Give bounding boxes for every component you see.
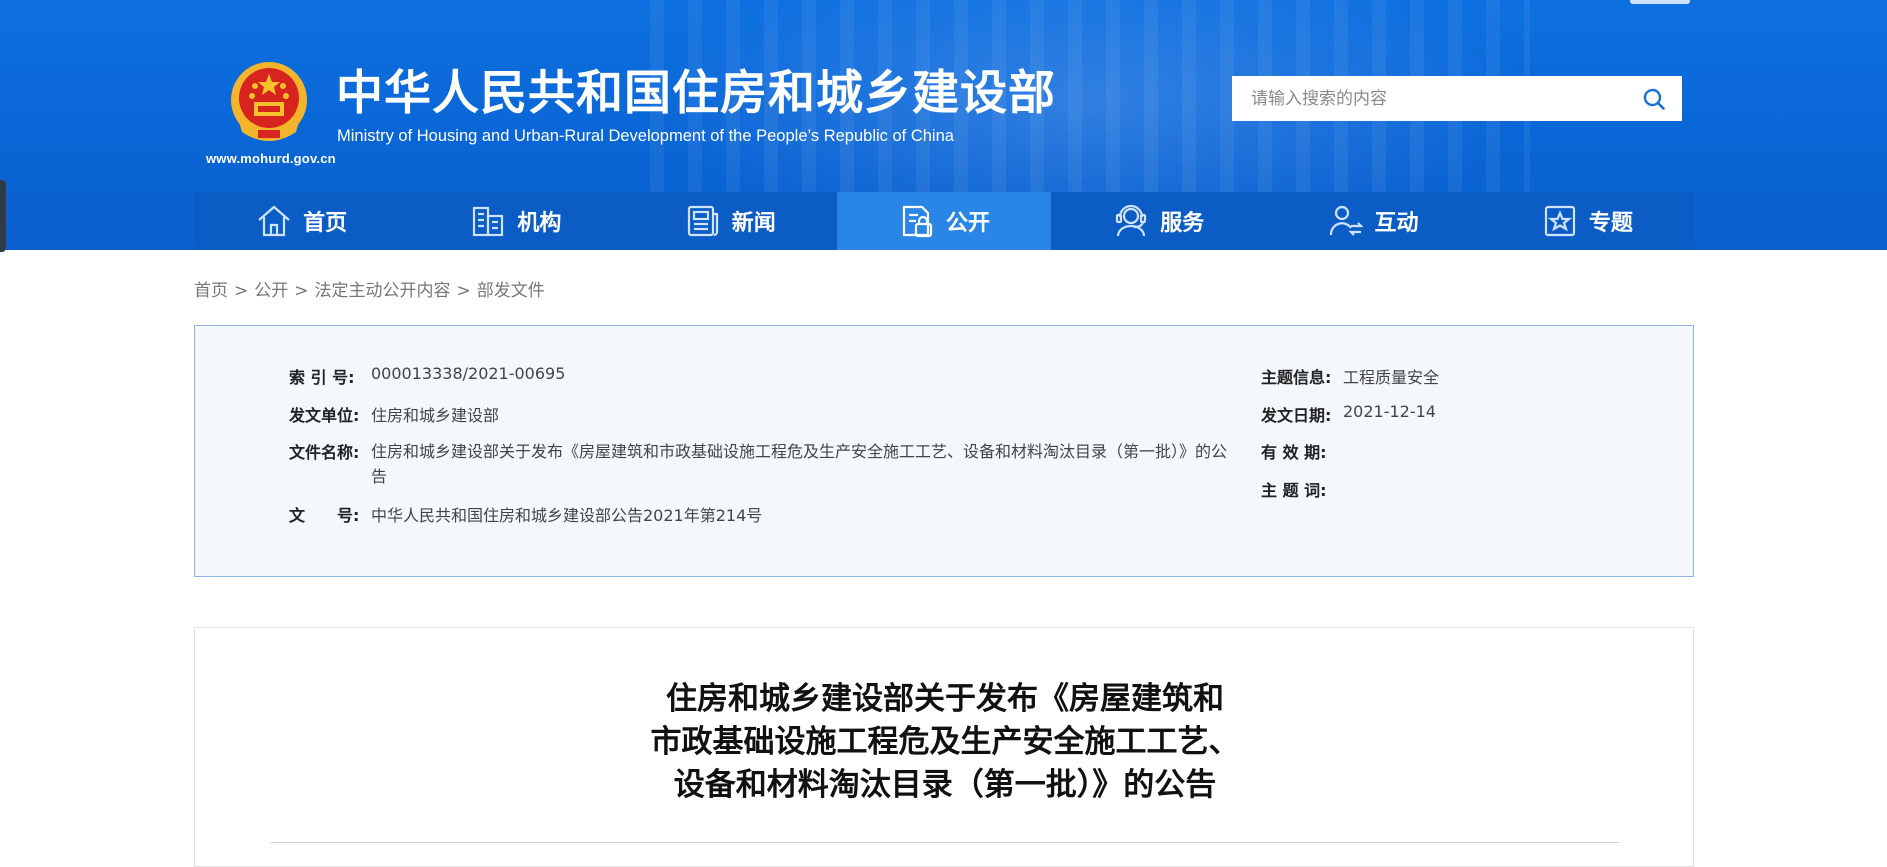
side-float-tab[interactable] bbox=[0, 180, 6, 252]
doc-no-label: 文 号: bbox=[289, 506, 360, 525]
article-title-line: 市政基础设施工程危及生产安全施工工艺、 bbox=[650, 724, 1240, 760]
date-value: 2021-12-14 bbox=[1343, 402, 1436, 421]
nav-item-public[interactable]: 公开 bbox=[836, 192, 1052, 250]
article-title-line: 设备和材料淘汰目录（第一批）》的公告 bbox=[673, 767, 1217, 803]
site-url: www.mohurd.gov.cn bbox=[206, 151, 336, 166]
site-title-en: Ministry of Housing and Urban-Rural Deve… bbox=[337, 127, 954, 145]
issuer-value: 住房和城乡建设部 bbox=[371, 406, 500, 425]
search-icon bbox=[1643, 88, 1665, 110]
nav-label-interact: 互动 bbox=[1374, 211, 1419, 236]
breadcrumb-home[interactable]: 首页 bbox=[194, 281, 228, 301]
breadcrumb-separator: > bbox=[234, 281, 249, 301]
breadcrumb-statutory-content[interactable]: 法定主动公开内容 bbox=[315, 281, 451, 301]
breadcrumb-public[interactable]: 公开 bbox=[254, 281, 288, 301]
nav-item-home[interactable]: 首页 bbox=[194, 192, 408, 250]
service-agent-icon bbox=[1116, 204, 1147, 237]
search-input[interactable] bbox=[1232, 76, 1626, 121]
doc-no-value: 中华人民共和国住房和城乡建设部公告2021年第214号 bbox=[371, 506, 763, 525]
newspaper-icon bbox=[687, 205, 718, 237]
nav-item-topics[interactable]: 专题 bbox=[1480, 192, 1694, 250]
validity-label: 有 效 期: bbox=[1261, 443, 1327, 462]
interaction-icon bbox=[1329, 205, 1364, 236]
article-title: 住房和城乡建设部关于发布《房屋建筑和 市政基础设施工程危及生产安全施工工艺、 设… bbox=[635, 678, 1255, 807]
title-divider bbox=[271, 842, 1619, 843]
breadcrumb-separator: > bbox=[294, 281, 309, 301]
national-emblem-icon bbox=[231, 62, 307, 141]
building-icon bbox=[473, 206, 504, 237]
star-board-icon bbox=[1544, 205, 1575, 237]
doc-name-value: 住房和城乡建设部关于发布《房屋建筑和市政基础设施工程危及生产安全施工工艺、设备和… bbox=[371, 442, 1228, 486]
search-box bbox=[1232, 76, 1682, 121]
nav-item-interact[interactable]: 互动 bbox=[1265, 192, 1479, 250]
nav-label-home: 首页 bbox=[303, 211, 348, 236]
home-icon bbox=[258, 205, 290, 237]
nav-item-service[interactable]: 服务 bbox=[1051, 192, 1265, 250]
document-icon bbox=[902, 205, 933, 238]
article-title-line: 住房和城乡建设部关于发布《房屋建筑和 bbox=[666, 681, 1224, 717]
breadcrumb-separator: > bbox=[456, 281, 471, 301]
site-title-cn[interactable]: 中华人民共和国住房和城乡建设部 bbox=[336, 66, 1056, 122]
topic-value: 工程质量安全 bbox=[1343, 368, 1440, 387]
document-info-box: 索 引 号: 000013338/2021-00695 发文单位: 住房和城乡建… bbox=[194, 325, 1694, 577]
search-button[interactable] bbox=[1626, 76, 1682, 121]
index-no-label: 索 引 号: bbox=[289, 368, 355, 387]
top-utility-link[interactable] bbox=[1630, 0, 1690, 4]
nav-label-service: 服务 bbox=[1160, 211, 1205, 236]
nav-item-news[interactable]: 新闻 bbox=[623, 192, 837, 250]
nav-label-org: 机构 bbox=[517, 211, 562, 236]
site-header: www.mohurd.gov.cn 中华人民共和国住房和城乡建设部 Minist… bbox=[0, 0, 1887, 250]
nav-label-public: 公开 bbox=[945, 211, 990, 236]
issuer-label: 发文单位: bbox=[289, 406, 360, 425]
nav-label-topics: 专题 bbox=[1588, 211, 1633, 236]
article-container: 住房和城乡建设部关于发布《房屋建筑和 市政基础设施工程危及生产安全施工工艺、 设… bbox=[194, 627, 1694, 867]
doc-name-label: 文件名称: bbox=[289, 443, 360, 462]
topic-label: 主题信息: bbox=[1261, 368, 1332, 387]
date-label: 发文日期: bbox=[1261, 406, 1332, 425]
breadcrumb-dept-documents[interactable]: 部发文件 bbox=[477, 281, 545, 301]
breadcrumb: 首页 > 公开 > 法定主动公开内容 > 部发文件 bbox=[194, 276, 545, 301]
index-no-value: 000013338/2021-00695 bbox=[371, 364, 566, 383]
keywords-label: 主 题 词: bbox=[1261, 481, 1327, 500]
main-nav: 首页 机构 新闻 公开 服务 互动 专题 bbox=[194, 192, 1694, 250]
nav-label-news: 新闻 bbox=[731, 211, 776, 236]
nav-item-org[interactable]: 机构 bbox=[408, 192, 622, 250]
